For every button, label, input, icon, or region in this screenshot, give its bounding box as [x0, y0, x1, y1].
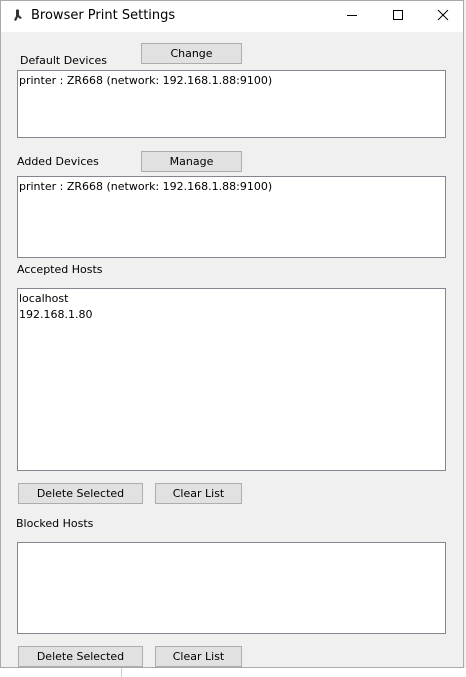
close-icon [437, 9, 449, 24]
accepted-clear-list-button[interactable]: Clear List [155, 483, 242, 504]
change-button[interactable]: Change [141, 43, 242, 64]
accepted-hosts-label: Accepted Hosts [17, 263, 103, 276]
app-icon [10, 8, 26, 24]
default-devices-label: Default Devices [20, 54, 108, 67]
list-item[interactable]: printer : ZR668 (network: 192.168.1.88:9… [19, 179, 444, 195]
window-title: Browser Print Settings [31, 8, 176, 23]
accepted-hosts-list[interactable]: localhost 192.168.1.80 [17, 288, 446, 471]
blocked-hosts-label: Blocked Hosts [16, 517, 94, 530]
list-item[interactable]: localhost [19, 291, 444, 307]
background-strip [0, 668, 466, 677]
added-devices-list[interactable]: printer : ZR668 (network: 192.168.1.88:9… [17, 176, 446, 258]
blocked-delete-selected-button[interactable]: Delete Selected [18, 646, 143, 667]
added-devices-label: Added Devices [17, 155, 99, 168]
background-divider [121, 668, 122, 677]
maximize-icon [392, 9, 404, 24]
default-devices-list[interactable]: printer : ZR668 (network: 192.168.1.88:9… [17, 70, 446, 138]
blocked-clear-list-button[interactable]: Clear List [155, 646, 242, 667]
maximize-button[interactable] [375, 1, 421, 32]
blocked-hosts-list[interactable] [17, 542, 446, 634]
manage-button[interactable]: Manage [141, 151, 242, 172]
print-settings-window: Browser Print Settings Default Devices C… [0, 0, 464, 668]
list-item[interactable]: 192.168.1.80 [19, 307, 444, 323]
list-item[interactable]: printer : ZR668 (network: 192.168.1.88:9… [19, 73, 444, 89]
minimize-icon [346, 9, 358, 24]
title-bar[interactable]: Browser Print Settings [1, 1, 463, 32]
accepted-delete-selected-button[interactable]: Delete Selected [18, 483, 143, 504]
close-button[interactable] [420, 1, 466, 32]
minimize-button[interactable] [329, 1, 375, 32]
